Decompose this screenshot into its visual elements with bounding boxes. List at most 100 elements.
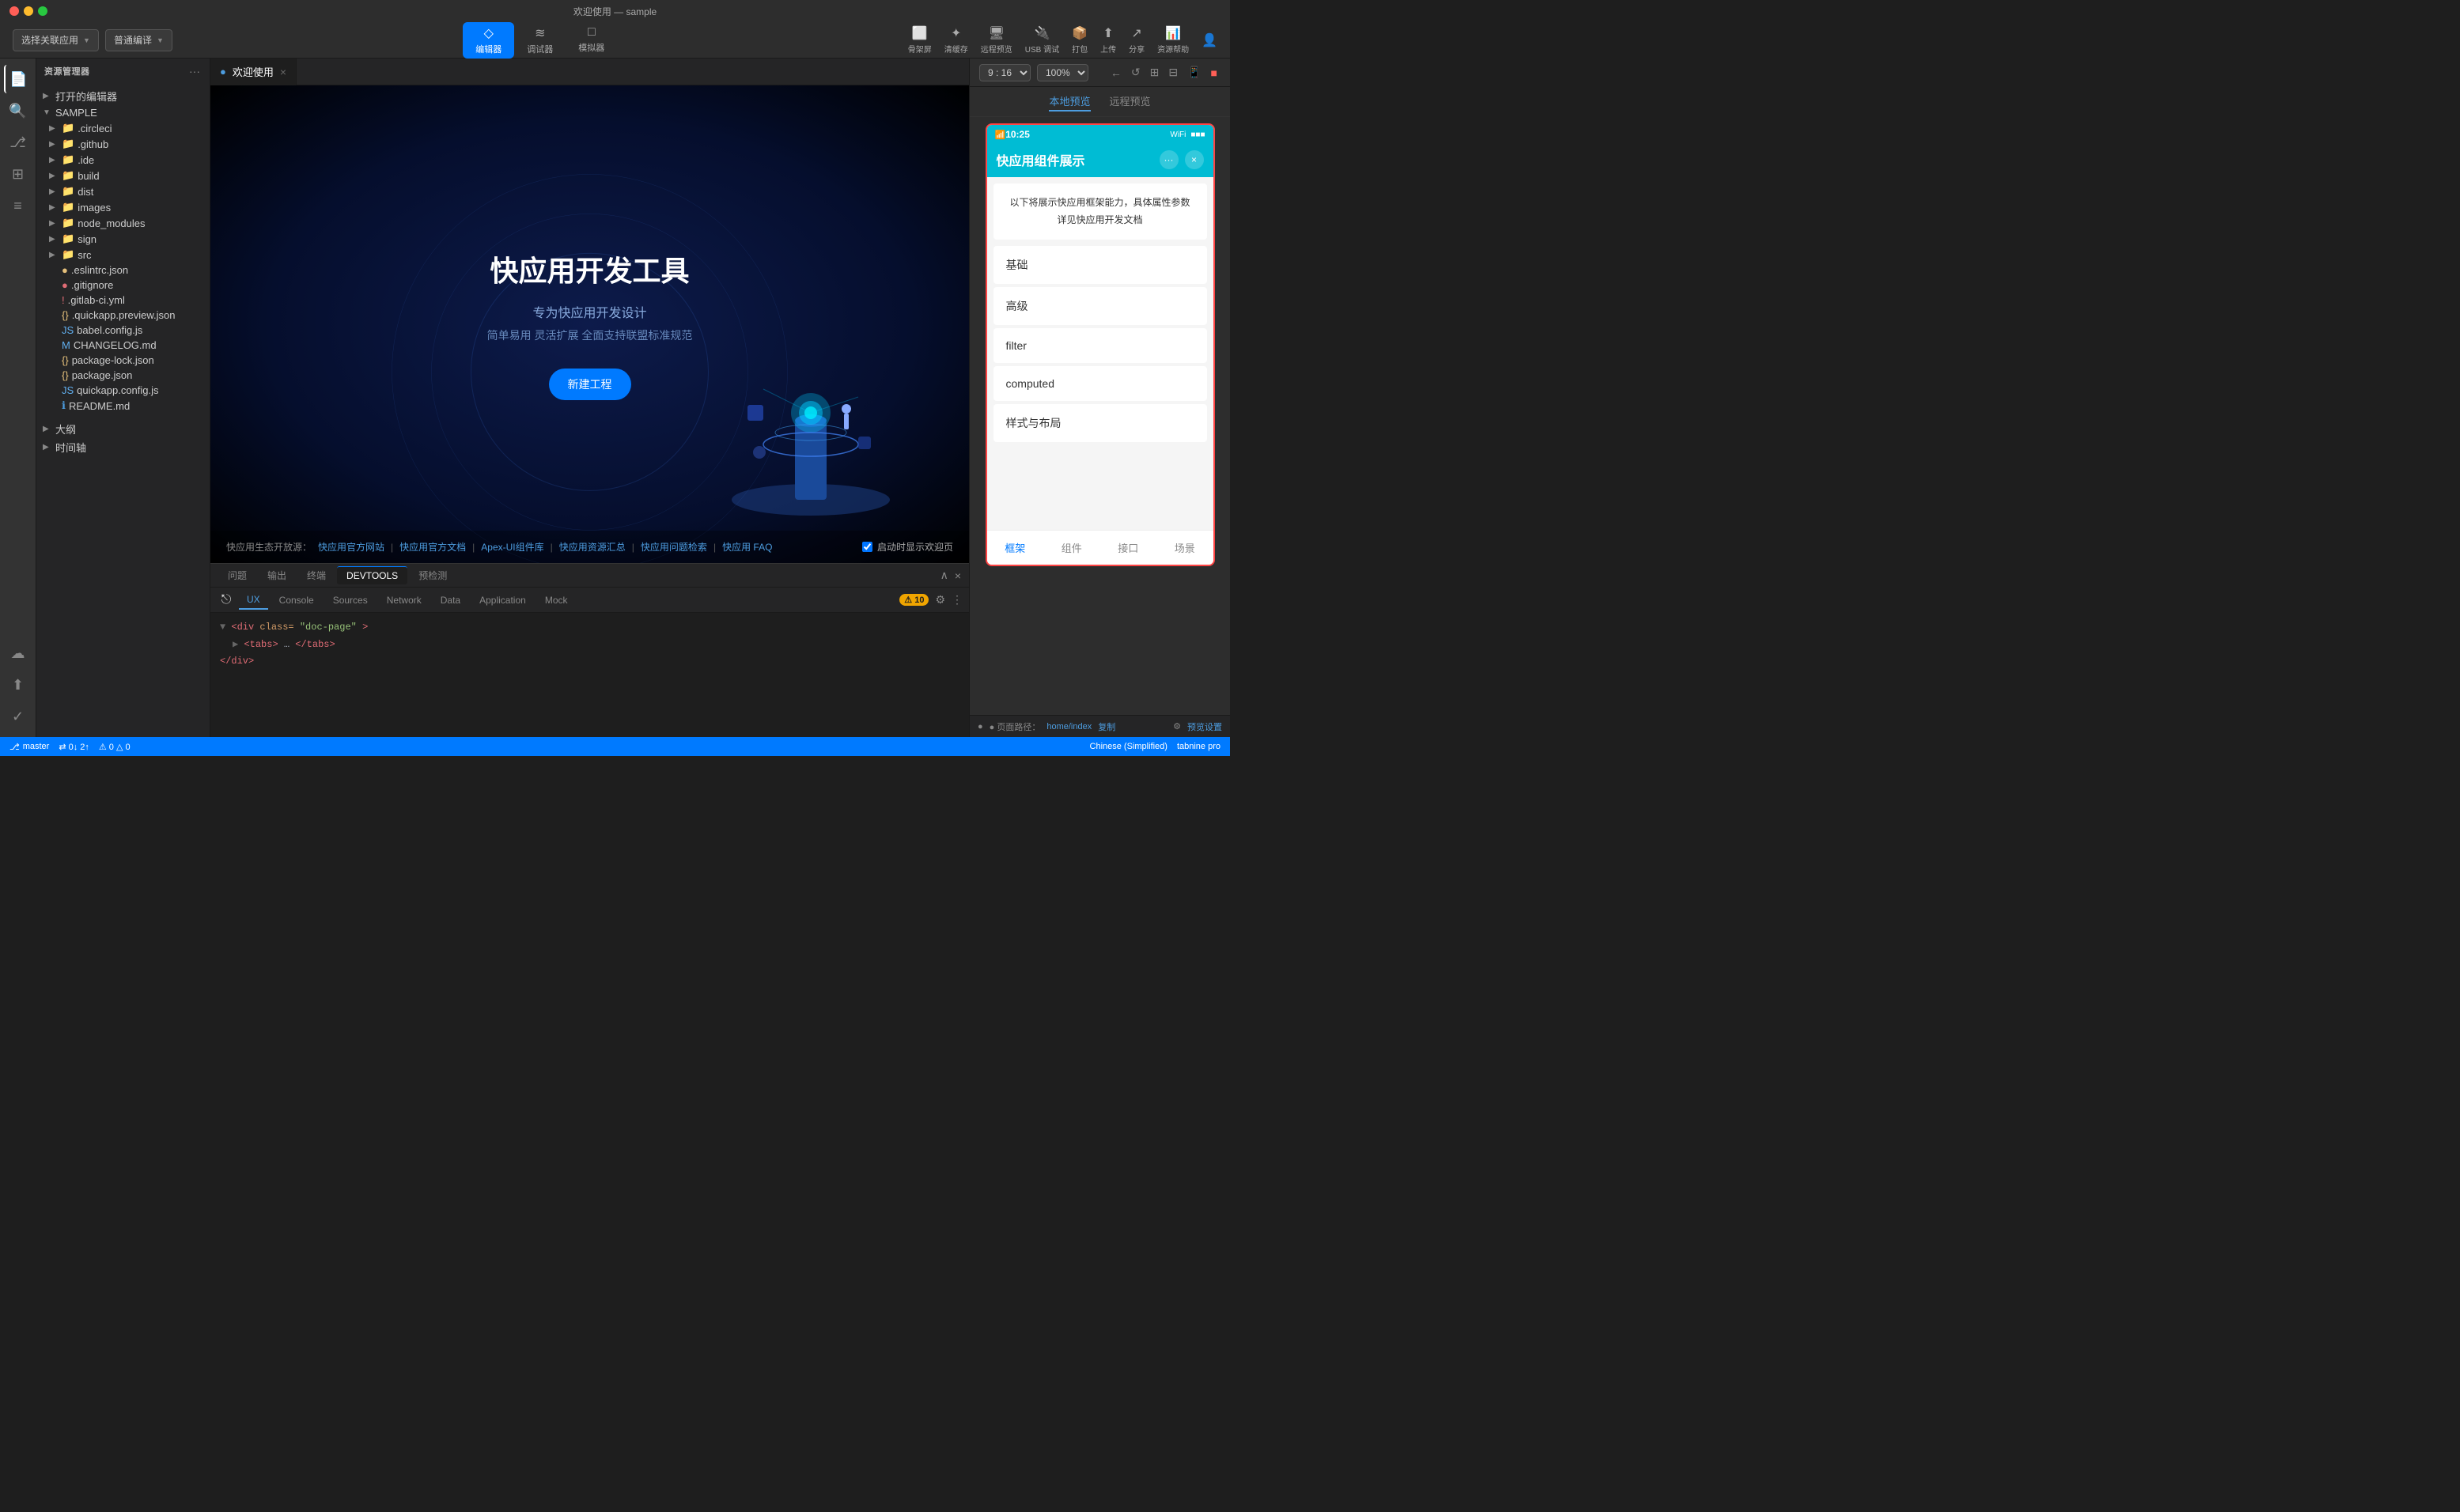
minimize-button[interactable] (24, 6, 33, 16)
sidebar-more-btn[interactable]: ··· (187, 63, 202, 79)
search-icon-btn[interactable]: 🔍 (4, 96, 32, 125)
phone-tab-framework[interactable]: 框架 (995, 537, 1035, 558)
issues-link[interactable]: 快应用问题检索 (641, 540, 707, 554)
sidebar-item-dist[interactable]: ▶ 📁 dist (36, 183, 210, 199)
warnings-item[interactable]: ⚠ 0 △ 0 (99, 742, 131, 752)
devtools-tab-console[interactable]: Console (271, 592, 322, 609)
phone-menu-item-basics[interactable]: 基础 (993, 246, 1207, 284)
phone-menu-item-computed[interactable]: computed (993, 366, 1207, 401)
show-on-startup-checkbox[interactable]: 启动时显示欢迎页 (862, 540, 953, 554)
panel-tab-precheck[interactable]: 预检测 (409, 565, 456, 585)
tab-debug[interactable]: ≋ 调试器 (514, 22, 566, 59)
deploy-icon-btn[interactable]: ⬆ (4, 671, 32, 699)
phone-more-btn[interactable]: ··· (1160, 150, 1179, 169)
devtools-settings-btn[interactable]: ⚙ (935, 593, 945, 607)
package-action[interactable]: 📦 打包 (1072, 25, 1088, 55)
clear-cache-action[interactable]: ✦ 清缓存 (944, 25, 968, 55)
panel-close-btn[interactable]: × (955, 569, 961, 582)
tab-close-btn[interactable]: × (280, 66, 286, 78)
maximize-button[interactable] (38, 6, 47, 16)
close-button[interactable] (9, 6, 19, 16)
git-branch-item[interactable]: ⎇ master (9, 742, 49, 752)
devtools-more-btn[interactable]: ⋮ (952, 593, 963, 607)
preview-grid-btn[interactable]: ⊞ (1147, 64, 1163, 81)
compile-mode-dropdown[interactable]: 普通编译 ▼ (105, 29, 172, 51)
panel-tab-output[interactable]: 输出 (258, 565, 296, 585)
remote-preview-action[interactable]: 🖥 远程预览 (981, 25, 1012, 55)
sidebar-item-gitlab-ci[interactable]: ! .gitlab-ci.yml (36, 293, 210, 308)
apex-ui-link[interactable]: Apex-UI组件库 (481, 540, 543, 554)
panel-tab-problems[interactable]: 问题 (218, 565, 256, 585)
sidebar-item-sign[interactable]: ▶ 📁 sign (36, 231, 210, 247)
sidebar-item-ide[interactable]: ▶ 📁 .ide (36, 152, 210, 168)
sidebar-item-build[interactable]: ▶ 📁 build (36, 168, 210, 183)
devtools-tab-data[interactable]: Data (433, 592, 468, 609)
expand-icon[interactable]: ▼ (220, 622, 225, 633)
remote-preview-tab[interactable]: 远程预览 (1110, 92, 1151, 112)
local-preview-tab[interactable]: 本地预览 (1049, 92, 1090, 112)
expand-icon[interactable]: ▶ (233, 639, 238, 650)
associate-app-dropdown[interactable]: 选择关联应用 ▼ (13, 29, 99, 51)
panel-collapse-btn[interactable]: ∧ (940, 569, 948, 582)
tab-simulator[interactable]: □ 模拟器 (566, 22, 617, 59)
layers-icon-btn[interactable]: ≡ (4, 191, 32, 220)
cloud-icon-btn[interactable]: ☁ (4, 639, 32, 667)
official-site-link[interactable]: 快应用官方网站 (318, 540, 384, 554)
devtools-tab-application[interactable]: Application (471, 592, 534, 609)
preview-close-btn[interactable]: ■ (1208, 64, 1221, 81)
devtools-tab-ux[interactable]: UX (239, 591, 268, 610)
preview-layout-btn[interactable]: ⊟ (1165, 64, 1181, 81)
sidebar-item-quickapp-preview[interactable]: {} .quickapp.preview.json (36, 308, 210, 323)
git-icon-btn[interactable]: ⎇ (4, 128, 32, 157)
phone-menu-item-advanced[interactable]: 高级 (993, 287, 1207, 325)
skeleton-action[interactable]: ⬜ 骨架屏 (908, 25, 932, 55)
sidebar-item-outline[interactable]: ▶ 大纲 (36, 420, 210, 438)
official-docs-link[interactable]: 快应用官方文档 (399, 540, 466, 554)
devtools-tab-mock[interactable]: Mock (537, 592, 576, 609)
sidebar-item-changelog[interactable]: M CHANGELOG.md (36, 338, 210, 353)
sidebar-item-quickapp-config[interactable]: JS quickapp.config.js (36, 383, 210, 398)
preview-settings-link[interactable]: 预览设置 (1187, 720, 1222, 733)
sidebar-item-src[interactable]: ▶ 📁 src (36, 247, 210, 263)
faq-link[interactable]: 快应用 FAQ (722, 540, 772, 554)
sidebar-item-sample[interactable]: ▼ SAMPLE (36, 105, 210, 120)
devtools-tab-network[interactable]: Network (379, 592, 430, 609)
panel-tab-devtools[interactable]: DEVTOOLS (337, 566, 407, 584)
sidebar-item-gitignore[interactable]: ● .gitignore (36, 278, 210, 293)
preview-refresh-btn[interactable]: ↺ (1128, 64, 1144, 81)
sync-status-item[interactable]: ⇄ 0↓ 2↑ (59, 742, 89, 752)
phone-close-btn[interactable]: × (1185, 150, 1204, 169)
share-action[interactable]: ↗ 分享 (1129, 25, 1145, 55)
zoom-select[interactable]: 100% (1037, 64, 1088, 81)
sidebar-item-open-editors[interactable]: ▶ 打开的编辑器 (36, 87, 210, 105)
docs-help-action[interactable]: 📊 资源帮助 (1157, 25, 1189, 55)
sidebar-item-timeline[interactable]: ▶ 时间轴 (36, 438, 210, 456)
phone-menu-item-layout[interactable]: 样式与布局 (993, 404, 1207, 442)
sidebar-item-readme[interactable]: ℹ README.md (36, 398, 210, 414)
sidebar-item-eslintrc[interactable]: ● .eslintrc.json (36, 263, 210, 278)
startup-checkbox-input[interactable] (862, 542, 872, 552)
resources-link[interactable]: 快应用资源汇总 (559, 540, 626, 554)
sidebar-item-package-lock[interactable]: {} package-lock.json (36, 353, 210, 368)
sidebar-item-github[interactable]: ▶ 📁 .github (36, 136, 210, 152)
check-icon-btn[interactable]: ✓ (4, 702, 32, 731)
explorer-icon-btn[interactable]: 📄 (4, 65, 32, 93)
preview-device-btn[interactable]: 📱 (1184, 64, 1204, 81)
sidebar-item-babel[interactable]: JS babel.config.js (36, 323, 210, 338)
phone-tab-scene[interactable]: 场景 (1165, 537, 1205, 558)
preview-back-btn[interactable]: ← (1107, 64, 1125, 81)
page-path[interactable]: home/index (1046, 722, 1092, 731)
devtools-inspect-btn[interactable]: ⎋ (217, 591, 236, 610)
extensions-icon-btn[interactable]: ⊞ (4, 160, 32, 188)
panel-tab-terminal[interactable]: 终端 (297, 565, 335, 585)
aspect-ratio-select[interactable]: 9 : 16 (979, 64, 1031, 81)
sidebar-item-package[interactable]: {} package.json (36, 368, 210, 383)
phone-tab-api[interactable]: 接口 (1108, 537, 1148, 558)
sidebar-item-circleci[interactable]: ▶ 📁 .circleci (36, 120, 210, 136)
upload-action[interactable]: ⬆ 上传 (1100, 25, 1116, 55)
new-project-button[interactable]: 新建工程 (549, 369, 631, 400)
phone-tab-component[interactable]: 组件 (1052, 537, 1092, 558)
phone-menu-item-filter[interactable]: filter (993, 328, 1207, 363)
sidebar-item-images[interactable]: ▶ 📁 images (36, 199, 210, 215)
copy-path-link[interactable]: 复制 (1098, 720, 1115, 733)
